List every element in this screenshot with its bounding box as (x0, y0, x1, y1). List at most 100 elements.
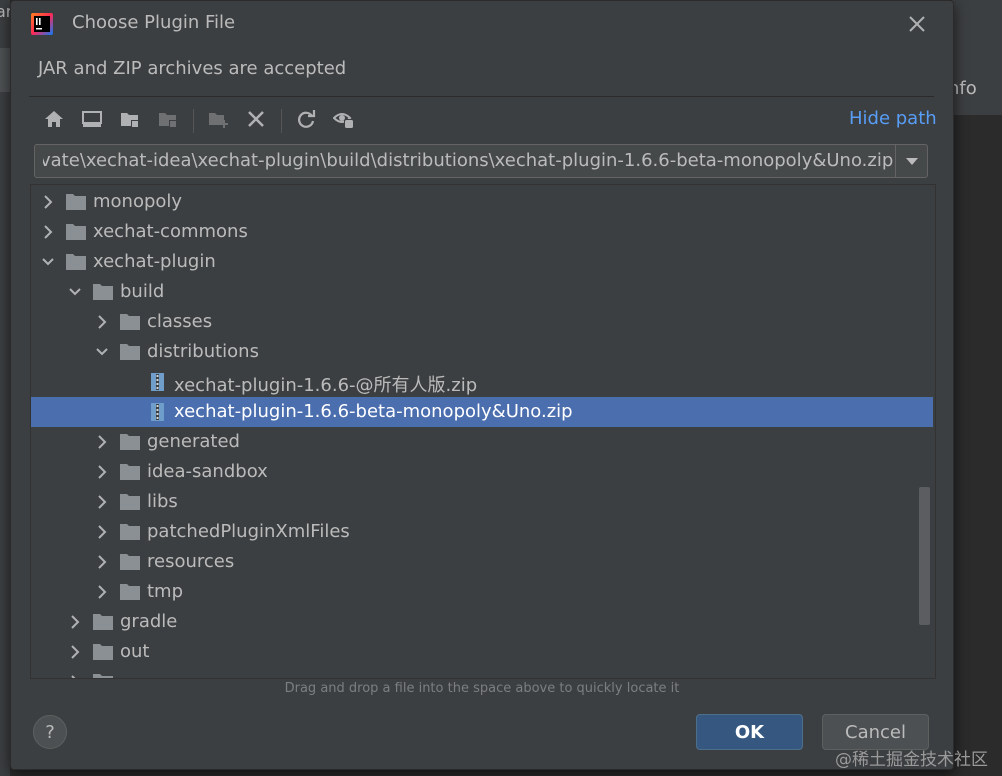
module-directory-button[interactable] (155, 105, 181, 133)
chevron-right-icon[interactable] (40, 224, 56, 240)
tree-item-label: xechat-commons (93, 221, 248, 242)
header-separator (29, 96, 934, 97)
file-tree[interactable]: monopoly xechat-commons xechat-plugin build… (30, 184, 936, 679)
toolbar-separator (281, 109, 282, 133)
folder-icon (120, 464, 140, 480)
module-folder-icon (159, 113, 177, 128)
chevron-right-icon[interactable] (94, 554, 110, 570)
folder-icon (66, 254, 86, 270)
show-hidden-files-button[interactable] (331, 105, 357, 133)
drag-drop-hint: Drag and drop a file into the space abov… (284, 681, 680, 696)
path-history-dropdown-button[interactable] (896, 145, 927, 177)
home-icon (45, 111, 63, 127)
desktop-button[interactable] (79, 105, 105, 133)
chevron-right-icon[interactable] (94, 494, 110, 510)
project-directory-button[interactable] (117, 105, 143, 133)
chevron-down-icon[interactable] (67, 284, 83, 300)
tree-item-label: patchedPluginXmlFiles (147, 521, 350, 542)
path-combobox (34, 144, 928, 178)
chevron-right-icon[interactable] (94, 464, 110, 480)
folder-icon (93, 644, 113, 660)
folder-icon (120, 314, 140, 330)
new-folder-button[interactable] (205, 105, 231, 133)
show-hidden-icon (333, 113, 354, 129)
hide-path-link[interactable]: Hide path (849, 108, 937, 129)
zip-archive-icon (151, 403, 164, 421)
tree-item-label: xechat-plugin-1.6.6-beta-monopoly&Uno.zi… (174, 401, 573, 422)
tree-item-label: out (120, 641, 150, 662)
tree-folder-row[interactable]: xechat-plugin (31, 247, 933, 277)
chevron-right-icon[interactable] (94, 314, 110, 330)
chevron-right-icon[interactable] (94, 434, 110, 450)
refresh-button[interactable] (293, 105, 319, 133)
folder-icon (93, 614, 113, 630)
chevron-right-icon[interactable] (67, 644, 83, 660)
folder-icon (93, 284, 113, 300)
chevron-down-icon[interactable] (40, 254, 56, 270)
dialog-description: JAR and ZIP archives are accepted (38, 58, 347, 79)
tree-folder-row[interactable]: generated (31, 427, 933, 457)
tree-folder-row[interactable]: libs (31, 487, 933, 517)
tree-folder-row[interactable]: build (31, 277, 933, 307)
tree-item-label: xechat-plugin (93, 251, 216, 272)
home-button[interactable] (41, 105, 67, 133)
tree-folder-row[interactable]: idea-sandbox (31, 457, 933, 487)
background-ide-left-panel (0, 0, 10, 776)
folder-icon (66, 194, 86, 210)
ok-button[interactable]: OK (696, 714, 803, 750)
chevron-right-icon[interactable] (67, 614, 83, 630)
folder-icon (120, 524, 140, 540)
tree-item-label: generated (147, 431, 240, 452)
folder-icon (120, 344, 140, 360)
tree-item-label: tmp (147, 581, 184, 602)
choose-plugin-file-dialog: Choose Plugin File JAR and ZIP archives … (10, 0, 954, 770)
tree-folder-row[interactable]: gradle (31, 607, 933, 637)
toolbar-separator (193, 109, 194, 133)
tree-file-row[interactable]: xechat-plugin-1.6.6-beta-monopoly&Uno.zi… (31, 397, 933, 427)
new-folder-icon (209, 113, 228, 128)
tree-folder-row[interactable]: out (31, 637, 933, 667)
chevron-down-icon (905, 158, 918, 165)
chevron-right-icon[interactable] (67, 674, 83, 679)
tree-item-label: distributions (147, 341, 259, 362)
tree-item-label: build (120, 281, 165, 302)
chevron-right-icon[interactable] (94, 584, 110, 600)
background-ide-editor (952, 116, 1002, 776)
folder-icon (120, 554, 140, 570)
chevron-right-icon[interactable] (40, 194, 56, 210)
chevron-down-icon[interactable] (94, 344, 110, 360)
dialog-title: Choose Plugin File (72, 12, 236, 33)
tree-folder-row[interactable]: monopoly (31, 187, 933, 217)
tree-item-label: xechat-plugin-1.6.6-@所有人版.zip (174, 375, 478, 396)
tree-item-label: classes (147, 311, 213, 332)
tree-item-label: gradle (120, 611, 178, 632)
desktop-icon (82, 111, 102, 127)
tree-item-label: libs (147, 491, 178, 512)
tree-item-label: monopoly (93, 191, 183, 212)
tree-folder-row[interactable]: tmp (31, 577, 933, 607)
tree-item-label: resources (147, 551, 235, 572)
tree-folder-row[interactable] (31, 667, 933, 679)
zip-archive-icon (151, 373, 164, 391)
path-input[interactable] (35, 145, 893, 177)
folder-icon (120, 494, 140, 510)
folder-icon (93, 674, 113, 678)
tree-folder-row[interactable]: resources (31, 547, 933, 577)
project-folder-icon (121, 113, 139, 128)
close-icon[interactable] (905, 12, 929, 36)
refresh-icon (298, 110, 316, 128)
tree-file-row[interactable]: xechat-plugin-1.6.6-@所有人版.zip (31, 367, 933, 397)
background-left-tab (0, 48, 10, 92)
tree-item-label: idea-sandbox (147, 461, 268, 482)
delete-button[interactable] (243, 105, 269, 133)
tree-folder-row[interactable]: classes (31, 307, 933, 337)
folder-icon (66, 224, 86, 240)
watermark-text: @稀土掘金技术社区 (835, 750, 988, 770)
tree-folder-row[interactable]: distributions (31, 337, 933, 367)
help-button[interactable]: ? (33, 715, 67, 749)
folder-icon (120, 584, 140, 600)
chevron-right-icon[interactable] (94, 524, 110, 540)
tree-folder-row[interactable]: patchedPluginXmlFiles (31, 517, 933, 547)
tree-scrollbar[interactable] (919, 487, 930, 625)
tree-folder-row[interactable]: xechat-commons (31, 217, 933, 247)
